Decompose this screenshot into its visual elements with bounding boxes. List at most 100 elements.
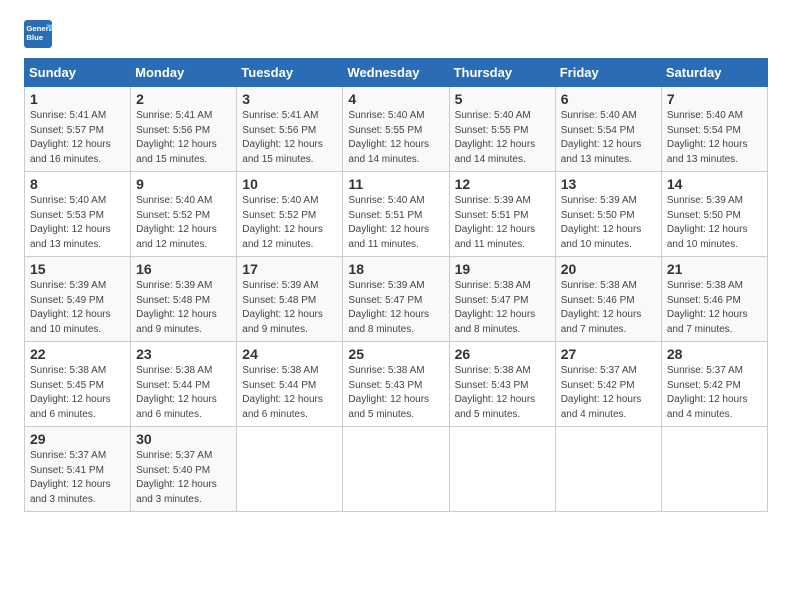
calendar-week-row: 22Sunrise: 5:38 AM Sunset: 5:45 PM Dayli… — [25, 342, 768, 427]
calendar-day-cell: 11Sunrise: 5:40 AM Sunset: 5:51 PM Dayli… — [343, 172, 449, 257]
calendar-day-cell: 10 Sunrise: 5:40 AM Sunset: 5:52 PM Dayli… — [237, 172, 343, 257]
calendar-table: SundayMondayTuesdayWednesdayThursdayFrid… — [24, 58, 768, 512]
day-info: Sunrise: 5:40 AM Sunset: 5:51 PM Dayligh… — [348, 194, 443, 252]
day-number: 12 — [455, 176, 550, 192]
weekday-header: Saturday — [661, 59, 767, 87]
day-info: Sunrise: 5:37 AM Sunset: 5:40 PM Dayligh… — [136, 449, 231, 507]
day-info: Sunrise: 5:38 AM Sunset: 5:45 PM Dayligh… — [30, 364, 125, 422]
day-info: Sunrise: 5:40 AM Sunset: 5:55 PM Dayligh… — [455, 109, 550, 167]
day-number: 28 — [667, 346, 762, 362]
day-info: Sunrise: 5:39 AM Sunset: 5:48 PM Dayligh… — [242, 279, 337, 337]
day-info: Sunrise: 5:38 AM Sunset: 5:44 PM Dayligh… — [242, 364, 337, 422]
calendar-day-cell: 22Sunrise: 5:38 AM Sunset: 5:45 PM Dayli… — [25, 342, 131, 427]
svg-text:Blue: Blue — [26, 33, 44, 42]
day-number: 2 — [136, 91, 231, 107]
day-info: Sunrise: 5:37 AM Sunset: 5:41 PM Dayligh… — [30, 449, 125, 507]
weekday-header: Monday — [131, 59, 237, 87]
page-container: General Blue SundayMondayTuesdayWednesda… — [24, 20, 768, 512]
day-number: 10 — [242, 176, 337, 192]
calendar-week-row: 29 Sunrise: 5:37 AM Sunset: 5:41 PM Dayli… — [25, 427, 768, 512]
day-info: Sunrise: 5:39 AM Sunset: 5:50 PM Dayligh… — [561, 194, 656, 252]
weekday-header-row: SundayMondayTuesdayWednesdayThursdayFrid… — [25, 59, 768, 87]
calendar-day-cell: 13 Sunrise: 5:39 AM Sunset: 5:50 PM Dayli… — [555, 172, 661, 257]
day-info: Sunrise: 5:38 AM Sunset: 5:46 PM Dayligh… — [561, 279, 656, 337]
day-number: 6 — [561, 91, 656, 107]
day-number: 5 — [455, 91, 550, 107]
calendar-day-cell — [555, 427, 661, 512]
day-info: Sunrise: 5:39 AM Sunset: 5:48 PM Dayligh… — [136, 279, 231, 337]
day-info: Sunrise: 5:40 AM Sunset: 5:52 PM Dayligh… — [242, 194, 337, 252]
day-number: 15 — [30, 261, 125, 277]
calendar-day-cell — [449, 427, 555, 512]
day-number: 21 — [667, 261, 762, 277]
calendar-day-cell: 26 Sunrise: 5:38 AM Sunset: 5:43 PM Dayli… — [449, 342, 555, 427]
day-info: Sunrise: 5:39 AM Sunset: 5:47 PM Dayligh… — [348, 279, 443, 337]
calendar-day-cell: 3Sunrise: 5:41 AM Sunset: 5:56 PM Daylig… — [237, 87, 343, 172]
day-info: Sunrise: 5:38 AM Sunset: 5:47 PM Dayligh… — [455, 279, 550, 337]
day-number: 1 — [30, 91, 125, 107]
day-number: 23 — [136, 346, 231, 362]
weekday-header: Friday — [555, 59, 661, 87]
calendar-day-cell — [343, 427, 449, 512]
day-number: 29 — [30, 431, 125, 447]
day-info: Sunrise: 5:39 AM Sunset: 5:50 PM Dayligh… — [667, 194, 762, 252]
calendar-day-cell: 21 Sunrise: 5:38 AM Sunset: 5:46 PM Dayli… — [661, 257, 767, 342]
calendar-day-cell: 30Sunrise: 5:37 AM Sunset: 5:40 PM Dayli… — [131, 427, 237, 512]
day-number: 27 — [561, 346, 656, 362]
calendar-day-cell: 28 Sunrise: 5:37 AM Sunset: 5:42 PM Dayli… — [661, 342, 767, 427]
calendar-day-cell: 20 Sunrise: 5:38 AM Sunset: 5:46 PM Dayli… — [555, 257, 661, 342]
day-number: 14 — [667, 176, 762, 192]
day-number: 19 — [455, 261, 550, 277]
calendar-week-row: 1 Sunrise: 5:41 AM Sunset: 5:57 PM Daylig… — [25, 87, 768, 172]
calendar-day-cell: 9 Sunrise: 5:40 AM Sunset: 5:52 PM Daylig… — [131, 172, 237, 257]
day-number: 20 — [561, 261, 656, 277]
header: General Blue — [24, 20, 768, 48]
day-number: 25 — [348, 346, 443, 362]
day-info: Sunrise: 5:38 AM Sunset: 5:43 PM Dayligh… — [455, 364, 550, 422]
weekday-header: Wednesday — [343, 59, 449, 87]
day-number: 18 — [348, 261, 443, 277]
day-number: 8 — [30, 176, 125, 192]
day-number: 13 — [561, 176, 656, 192]
calendar-day-cell: 18 Sunrise: 5:39 AM Sunset: 5:47 PM Dayli… — [343, 257, 449, 342]
day-number: 17 — [242, 261, 337, 277]
day-info: Sunrise: 5:38 AM Sunset: 5:46 PM Dayligh… — [667, 279, 762, 337]
day-info: Sunrise: 5:41 AM Sunset: 5:57 PM Dayligh… — [30, 109, 125, 167]
calendar-day-cell: 24 Sunrise: 5:38 AM Sunset: 5:44 PM Dayli… — [237, 342, 343, 427]
calendar-day-cell: 8 Sunrise: 5:40 AM Sunset: 5:53 PM Daylig… — [25, 172, 131, 257]
day-info: Sunrise: 5:40 AM Sunset: 5:55 PM Dayligh… — [348, 109, 443, 167]
calendar-day-cell: 19 Sunrise: 5:38 AM Sunset: 5:47 PM Dayli… — [449, 257, 555, 342]
day-number: 24 — [242, 346, 337, 362]
day-info: Sunrise: 5:40 AM Sunset: 5:54 PM Dayligh… — [561, 109, 656, 167]
calendar-day-cell: 23 Sunrise: 5:38 AM Sunset: 5:44 PM Dayli… — [131, 342, 237, 427]
day-number: 9 — [136, 176, 231, 192]
logo: General Blue — [24, 20, 56, 48]
calendar-day-cell: 5 Sunrise: 5:40 AM Sunset: 5:55 PM Daylig… — [449, 87, 555, 172]
calendar-day-cell: 6 Sunrise: 5:40 AM Sunset: 5:54 PM Daylig… — [555, 87, 661, 172]
day-info: Sunrise: 5:40 AM Sunset: 5:53 PM Dayligh… — [30, 194, 125, 252]
calendar-day-cell — [661, 427, 767, 512]
weekday-header: Tuesday — [237, 59, 343, 87]
calendar-week-row: 8 Sunrise: 5:40 AM Sunset: 5:53 PM Daylig… — [25, 172, 768, 257]
calendar-day-cell: 25 Sunrise: 5:38 AM Sunset: 5:43 PM Dayli… — [343, 342, 449, 427]
day-info: Sunrise: 5:40 AM Sunset: 5:54 PM Dayligh… — [667, 109, 762, 167]
calendar-day-cell: 2 Sunrise: 5:41 AM Sunset: 5:56 PM Daylig… — [131, 87, 237, 172]
day-number: 26 — [455, 346, 550, 362]
day-info: Sunrise: 5:41 AM Sunset: 5:56 PM Dayligh… — [136, 109, 231, 167]
day-info: Sunrise: 5:37 AM Sunset: 5:42 PM Dayligh… — [667, 364, 762, 422]
weekday-header: Thursday — [449, 59, 555, 87]
calendar-day-cell: 16Sunrise: 5:39 AM Sunset: 5:48 PM Dayli… — [131, 257, 237, 342]
day-info: Sunrise: 5:39 AM Sunset: 5:49 PM Dayligh… — [30, 279, 125, 337]
calendar-day-cell: 1 Sunrise: 5:41 AM Sunset: 5:57 PM Daylig… — [25, 87, 131, 172]
day-info: Sunrise: 5:40 AM Sunset: 5:52 PM Dayligh… — [136, 194, 231, 252]
calendar-week-row: 15 Sunrise: 5:39 AM Sunset: 5:49 PM Dayli… — [25, 257, 768, 342]
calendar-day-cell: 27Sunrise: 5:37 AM Sunset: 5:42 PM Dayli… — [555, 342, 661, 427]
logo-icon: General Blue — [24, 20, 52, 48]
calendar-day-cell: 4Sunrise: 5:40 AM Sunset: 5:55 PM Daylig… — [343, 87, 449, 172]
day-info: Sunrise: 5:38 AM Sunset: 5:43 PM Dayligh… — [348, 364, 443, 422]
calendar-day-cell: 17 Sunrise: 5:39 AM Sunset: 5:48 PM Dayli… — [237, 257, 343, 342]
calendar-day-cell: 7Sunrise: 5:40 AM Sunset: 5:54 PM Daylig… — [661, 87, 767, 172]
calendar-day-cell — [237, 427, 343, 512]
calendar-day-cell: 12Sunrise: 5:39 AM Sunset: 5:51 PM Dayli… — [449, 172, 555, 257]
day-info: Sunrise: 5:38 AM Sunset: 5:44 PM Dayligh… — [136, 364, 231, 422]
